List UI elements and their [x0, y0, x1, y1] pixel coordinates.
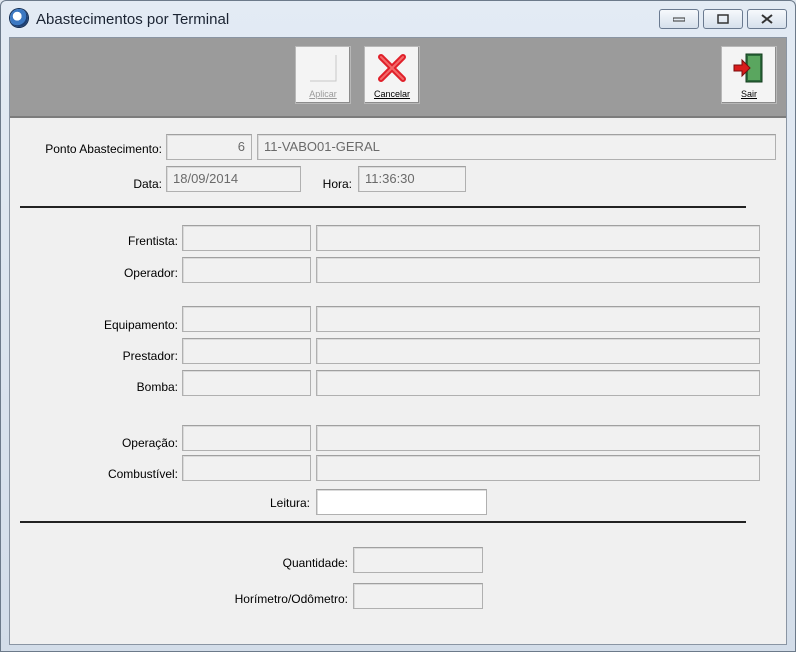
- main-window: Abastecimentos por Terminal Aplicar Canc…: [0, 0, 796, 652]
- maximize-icon: [717, 14, 729, 24]
- minimize-button[interactable]: [659, 9, 699, 29]
- operador-name-field[interactable]: [316, 257, 760, 283]
- bomba-code-field[interactable]: [182, 370, 311, 396]
- form-client-area: Aplicar Cancelar Sair Ponto Abasteciment…: [9, 37, 787, 645]
- data-field[interactable]: 18/09/2014: [166, 166, 301, 192]
- cancel-button[interactable]: Cancelar: [364, 46, 420, 104]
- horimetro-field[interactable]: [353, 583, 483, 609]
- cancel-x-icon: [378, 54, 406, 82]
- ponto-abastecimento-label: Ponto Abastecimento:: [45, 142, 162, 156]
- apply-button-label: Aplicar: [309, 89, 337, 99]
- equipamento-label: Equipamento:: [103, 318, 178, 332]
- cancel-button-label: Cancelar: [373, 89, 411, 99]
- exit-button[interactable]: Sair: [721, 46, 777, 104]
- prestador-label: Prestador:: [122, 349, 178, 363]
- leitura-input[interactable]: [316, 489, 487, 515]
- apply-icon: [310, 55, 337, 82]
- operacao-label: Operação:: [121, 436, 178, 450]
- bomba-label: Bomba:: [136, 380, 178, 394]
- operador-code-field[interactable]: [182, 257, 311, 283]
- equipamento-name-field[interactable]: [316, 306, 760, 332]
- horimetro-label: Horímetro/Odômetro:: [234, 592, 348, 606]
- ponto-code-field[interactable]: 6: [166, 134, 252, 160]
- close-window-button[interactable]: [747, 9, 787, 29]
- app-logo-icon: [10, 9, 28, 27]
- separator-bottom: [20, 521, 746, 523]
- apply-button[interactable]: Aplicar: [295, 46, 351, 104]
- separator-top: [20, 206, 746, 208]
- frentista-name-field[interactable]: [316, 225, 760, 251]
- exit-door-icon: [733, 53, 763, 83]
- window-title: Abastecimentos por Terminal: [36, 11, 230, 28]
- operador-label: Operador:: [123, 266, 178, 280]
- exit-button-label: Sair: [740, 89, 757, 99]
- frentista-label: Frentista:: [127, 234, 178, 248]
- hora-field[interactable]: 11:36:30: [358, 166, 466, 192]
- leitura-label: Leitura:: [269, 496, 310, 510]
- ponto-name-field[interactable]: 11-VABO01-GERAL: [257, 134, 776, 160]
- equipamento-code-field[interactable]: [182, 306, 311, 332]
- bomba-name-field[interactable]: [316, 370, 760, 396]
- prestador-code-field[interactable]: [182, 338, 311, 364]
- close-icon: [761, 14, 773, 24]
- toolbar: Aplicar Cancelar Sair: [10, 38, 786, 118]
- minimize-icon: [673, 17, 685, 22]
- maximize-button[interactable]: [703, 9, 743, 29]
- quantidade-label: Quantidade:: [282, 556, 348, 570]
- quantidade-field[interactable]: [353, 547, 483, 573]
- data-label: Data:: [133, 177, 162, 191]
- operacao-code-field[interactable]: [182, 425, 311, 451]
- title-bar[interactable]: Abastecimentos por Terminal: [1, 1, 795, 37]
- combustivel-code-field[interactable]: [182, 455, 311, 481]
- combustivel-label: Combustível:: [107, 467, 178, 481]
- hora-label: Hora:: [322, 177, 352, 191]
- combustivel-name-field[interactable]: [316, 455, 760, 481]
- frentista-code-field[interactable]: [182, 225, 311, 251]
- operacao-name-field[interactable]: [316, 425, 760, 451]
- prestador-name-field[interactable]: [316, 338, 760, 364]
